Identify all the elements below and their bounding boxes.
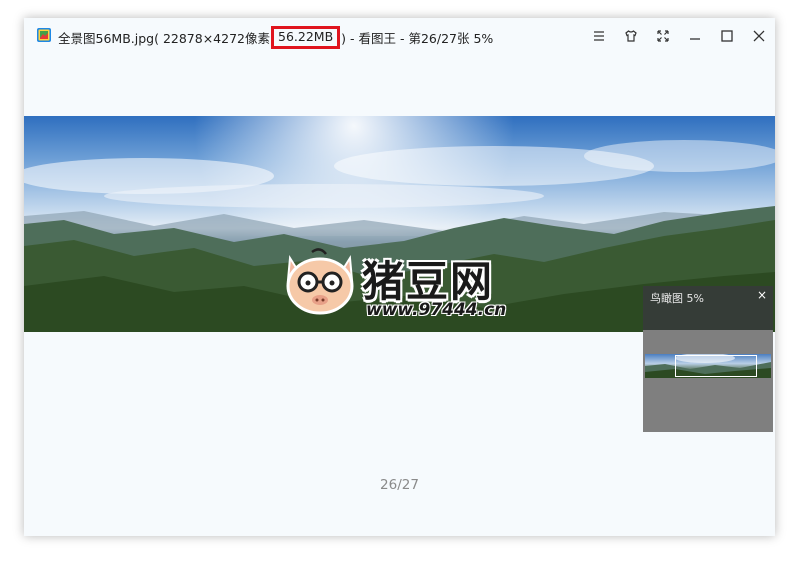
minimize-button[interactable] [679, 18, 711, 54]
birdseye-viewport-frame[interactable] [675, 355, 757, 377]
fullscreen-icon [657, 30, 669, 42]
pig-mascot-icon [286, 248, 354, 315]
watermark: 猪豆网 www.97444.cn [282, 244, 542, 324]
birdseye-close-icon[interactable]: × [755, 288, 769, 302]
window-controls [583, 18, 775, 54]
skin-button[interactable] [615, 18, 647, 54]
fullscreen-button[interactable] [647, 18, 679, 54]
maximize-button[interactable] [711, 18, 743, 54]
birdseye-header: 鸟瞰图 5% × [643, 286, 773, 330]
close-icon [753, 30, 765, 42]
birdseye-panel[interactable]: 鸟瞰图 5% × [643, 286, 773, 432]
birdseye-title: 鸟瞰图 5% [650, 292, 704, 305]
skin-icon [625, 30, 637, 42]
page-counter: 26/27 [380, 477, 419, 493]
title-filename: 全景图56MB.jpg [58, 31, 155, 46]
title-suffix: ) - 看图王 - 第26/27张 5% [341, 31, 494, 46]
title-filesize-highlighted: 56.22MB [271, 26, 341, 49]
title-dimensions: ( 22878×4272像素 [154, 31, 270, 46]
viewer-window: 全景图56MB.jpg( 22878×4272像素 56.22MB) - 看图王 … [24, 18, 775, 536]
menu-icon [594, 31, 604, 41]
close-button[interactable] [743, 18, 775, 54]
minimize-icon [690, 38, 700, 40]
watermark-url: www.97444.cn [366, 300, 507, 320]
window-title: 全景图56MB.jpg( 22878×4272像素 56.22MB) - 看图王 … [58, 26, 494, 51]
menu-button[interactable] [583, 18, 615, 54]
app-logo-icon [36, 27, 52, 43]
title-bar[interactable]: 全景图56MB.jpg( 22878×4272像素 56.22MB) - 看图王 … [24, 18, 775, 54]
maximize-icon [721, 30, 733, 42]
